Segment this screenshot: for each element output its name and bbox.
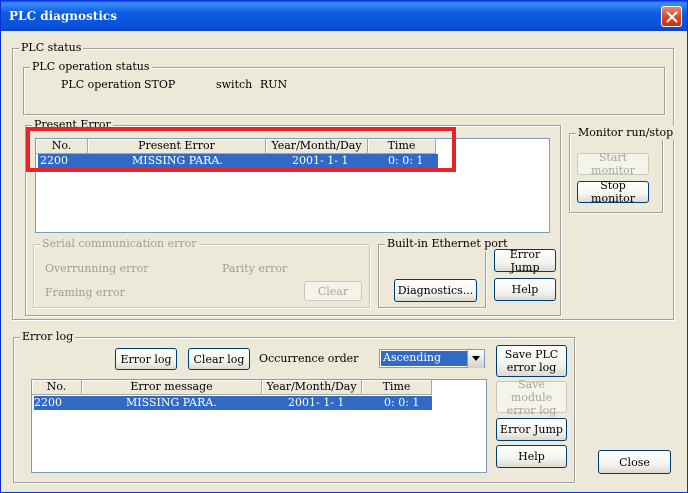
switch-value: RUN [260,78,288,91]
save-plc-line1: Save PLC [504,348,559,361]
row-time: 0: 0: 1 [384,396,420,409]
serial-communication-label: Serial communication error [40,237,199,251]
error-log-label: Error log [20,330,76,344]
overrunning-error-label: Overrunning error [45,262,149,275]
monitor-label: Monitor run/stop [576,126,676,140]
row-no: 2200 [34,396,62,409]
occurrence-order-value: Ascending [381,351,467,366]
close-window-button[interactable] [661,6,682,27]
column-header-date[interactable]: Year/Month/Day [262,380,362,395]
error-log-button[interactable]: Error log [115,348,177,370]
ethernet-port-label: Built-in Ethernet port [385,237,510,251]
save-module-line2: error log [506,403,557,417]
occurrence-order-label: Occurrence order [259,352,359,365]
row-message: MISSING PARA. [126,396,217,409]
column-header-time[interactable]: Time [362,380,432,395]
plc-status-label: PLC status [19,41,84,55]
title-bar: PLC diagnostics [1,1,687,31]
start-monitor-button[interactable]: Start monitor [577,151,649,177]
plc-operation-status-label: PLC operation status [30,60,152,74]
stop-monitor-button[interactable]: Stop monitor [577,179,649,205]
occurrence-order-select[interactable]: Ascending [379,349,485,368]
plc-operation-value: STOP [144,78,176,91]
row-date: 2001- 1- 1 [288,396,345,409]
clear-log-button[interactable]: Clear log [188,348,250,370]
error-log-list[interactable]: No. Error message Year/Month/Day Time 22… [31,379,487,473]
save-plc-error-log-button[interactable]: Save PLC error log [496,345,567,377]
log-error-jump-button[interactable]: Error Jump [496,418,567,441]
save-module-error-log-button[interactable]: Save module error log [496,377,567,417]
save-module-line1: Save module [510,377,553,404]
clear-button[interactable]: Clear [304,281,362,301]
log-help-button[interactable]: Help [496,445,567,468]
dropdown-arrow[interactable] [467,350,484,368]
table-row[interactable]: 2200 MISSING PARA. 2001- 1- 1 0: 0: 1 [34,396,432,410]
save-plc-line2: error log [506,361,557,374]
parity-error-label: Parity error [222,262,288,275]
plc-operation-label: PLC operation [61,78,142,91]
error-log-header: No. Error message Year/Month/Day Time [32,380,486,396]
close-button[interactable]: Close [598,450,671,474]
diagnostics-button[interactable]: Diagnostics... [394,279,477,302]
column-header-no[interactable]: No. [32,380,82,395]
highlight-box [26,127,456,172]
switch-label: switch [216,78,253,91]
column-header-error-message[interactable]: Error message [82,380,262,395]
present-help-button[interactable]: Help [494,278,556,301]
window-title: PLC diagnostics [9,9,117,23]
plc-diagnostics-window: PLC diagnostics PLC status PLC operation… [0,0,688,493]
present-error-jump-button[interactable]: Error Jump [494,248,556,274]
framing-error-label: Framing error [45,286,125,299]
